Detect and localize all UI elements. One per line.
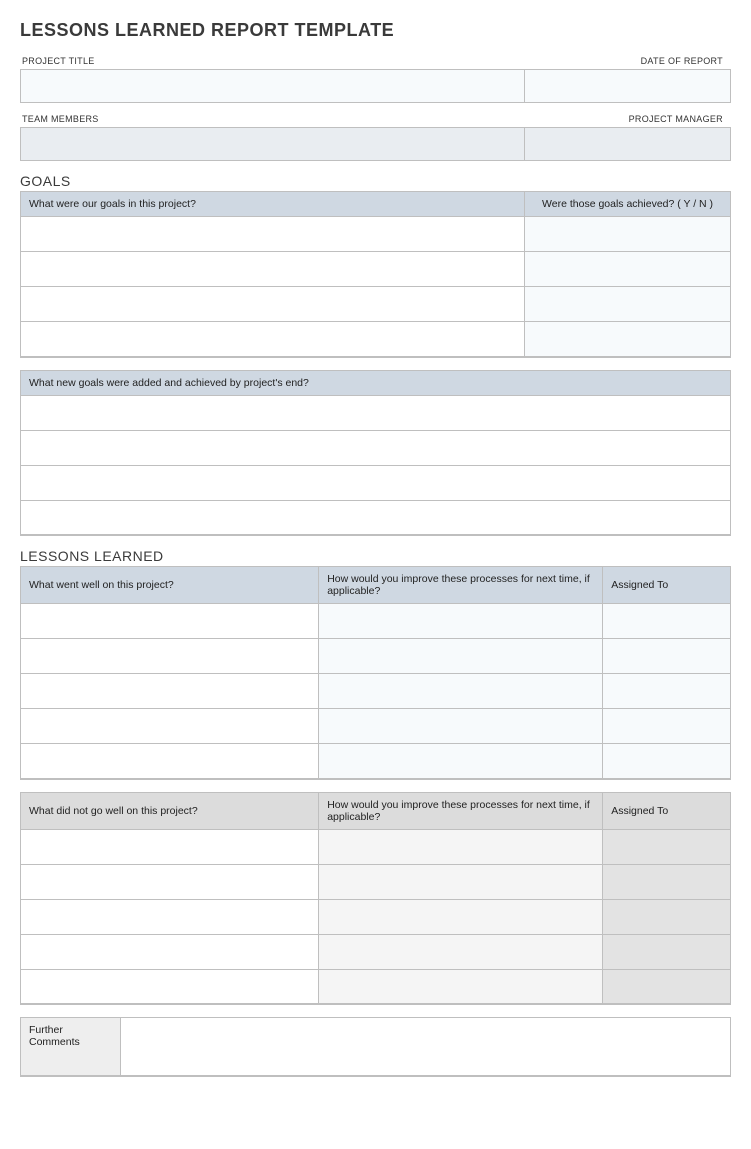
goals-table-2-body (21, 395, 731, 535)
achieved-cell[interactable] (525, 287, 731, 322)
assigned-cell[interactable] (603, 604, 731, 639)
comments-input[interactable] (121, 1018, 731, 1076)
new-goal-cell[interactable] (21, 465, 731, 500)
header-row-2: TEAM MEMBERS PROJECT MANAGER (20, 111, 731, 161)
team-members-input[interactable] (20, 127, 525, 161)
lessons1-col1-header: What went well on this project? (21, 567, 319, 604)
improve-cell[interactable] (319, 709, 603, 744)
went-well-cell[interactable] (21, 639, 319, 674)
table-row (21, 395, 731, 430)
assigned-cell[interactable] (603, 899, 731, 934)
new-goal-cell[interactable] (21, 395, 731, 430)
improve-cell[interactable] (319, 934, 603, 969)
new-goals-header: What new goals were added and achieved b… (21, 370, 731, 395)
comments-label: Further Comments (21, 1018, 121, 1076)
table-row (21, 465, 731, 500)
goals-table-2: What new goals were added and achieved b… (20, 370, 731, 537)
achieved-cell[interactable] (525, 252, 731, 287)
assigned-cell[interactable] (603, 829, 731, 864)
went-bad-cell[interactable] (21, 864, 319, 899)
table-row (21, 899, 731, 934)
assigned-cell[interactable] (603, 674, 731, 709)
lessons1-col3-header: Assigned To (603, 567, 731, 604)
team-members-label: TEAM MEMBERS (20, 111, 525, 127)
goals-heading: GOALS (20, 173, 731, 189)
table-row (21, 934, 731, 969)
lessons2-col2-header: How would you improve these processes fo… (319, 792, 603, 829)
assigned-cell[interactable] (603, 934, 731, 969)
goals-table-1: What were our goals in this project? Wer… (20, 191, 731, 358)
improve-cell[interactable] (319, 744, 603, 779)
achieved-cell[interactable] (525, 217, 731, 252)
lessons1-col2-header: How would you improve these processes fo… (319, 567, 603, 604)
lessons2-col1-header: What did not go well on this project? (21, 792, 319, 829)
goal-cell[interactable] (21, 252, 525, 287)
lessons-table-1-body (21, 604, 731, 779)
table-row (21, 430, 731, 465)
project-title-label: PROJECT TITLE (20, 53, 525, 69)
assigned-cell[interactable] (603, 864, 731, 899)
table-row (21, 864, 731, 899)
page-title: LESSONS LEARNED REPORT TEMPLATE (20, 20, 731, 41)
table-row (21, 829, 731, 864)
date-of-report-label: DATE OF REPORT (525, 53, 731, 69)
table-row (21, 604, 731, 639)
new-goal-cell[interactable] (21, 500, 731, 535)
went-well-cell[interactable] (21, 604, 319, 639)
table-row (21, 500, 731, 535)
lessons-table-2-body (21, 829, 731, 1004)
went-well-cell[interactable] (21, 709, 319, 744)
assigned-cell[interactable] (603, 969, 731, 1004)
goals-col1-header: What were our goals in this project? (21, 192, 525, 217)
improve-cell[interactable] (319, 639, 603, 674)
improve-cell[interactable] (319, 899, 603, 934)
improve-cell[interactable] (319, 864, 603, 899)
improve-cell[interactable] (319, 674, 603, 709)
achieved-cell[interactable] (525, 322, 731, 357)
goal-cell[interactable] (21, 322, 525, 357)
header-row-1: PROJECT TITLE DATE OF REPORT (20, 53, 731, 103)
improve-cell[interactable] (319, 969, 603, 1004)
assigned-cell[interactable] (603, 639, 731, 674)
lessons-table-2: What did not go well on this project? Ho… (20, 792, 731, 1006)
project-manager-input[interactable] (525, 127, 731, 161)
went-bad-cell[interactable] (21, 829, 319, 864)
goal-cell[interactable] (21, 217, 525, 252)
improve-cell[interactable] (319, 829, 603, 864)
table-row (21, 639, 731, 674)
assigned-cell[interactable] (603, 709, 731, 744)
table-row (21, 969, 731, 1004)
goals-table-1-body (21, 217, 731, 357)
went-well-cell[interactable] (21, 744, 319, 779)
went-bad-cell[interactable] (21, 899, 319, 934)
new-goal-cell[interactable] (21, 430, 731, 465)
project-manager-label: PROJECT MANAGER (525, 111, 731, 127)
project-title-input[interactable] (20, 69, 525, 103)
goals-col2-header: Were those goals achieved? ( Y / N ) (525, 192, 731, 217)
goal-cell[interactable] (21, 287, 525, 322)
table-row (21, 709, 731, 744)
table-row (21, 322, 731, 357)
improve-cell[interactable] (319, 604, 603, 639)
date-of-report-input[interactable] (525, 69, 731, 103)
comments-table: Further Comments (20, 1017, 731, 1077)
went-bad-cell[interactable] (21, 934, 319, 969)
assigned-cell[interactable] (603, 744, 731, 779)
lessons2-col3-header: Assigned To (603, 792, 731, 829)
table-row (21, 252, 731, 287)
lessons-heading: LESSONS LEARNED (20, 548, 731, 564)
went-bad-cell[interactable] (21, 969, 319, 1004)
went-well-cell[interactable] (21, 674, 319, 709)
table-row (21, 744, 731, 779)
table-row (21, 287, 731, 322)
table-row (21, 674, 731, 709)
lessons-table-1: What went well on this project? How woul… (20, 566, 731, 780)
table-row (21, 217, 731, 252)
